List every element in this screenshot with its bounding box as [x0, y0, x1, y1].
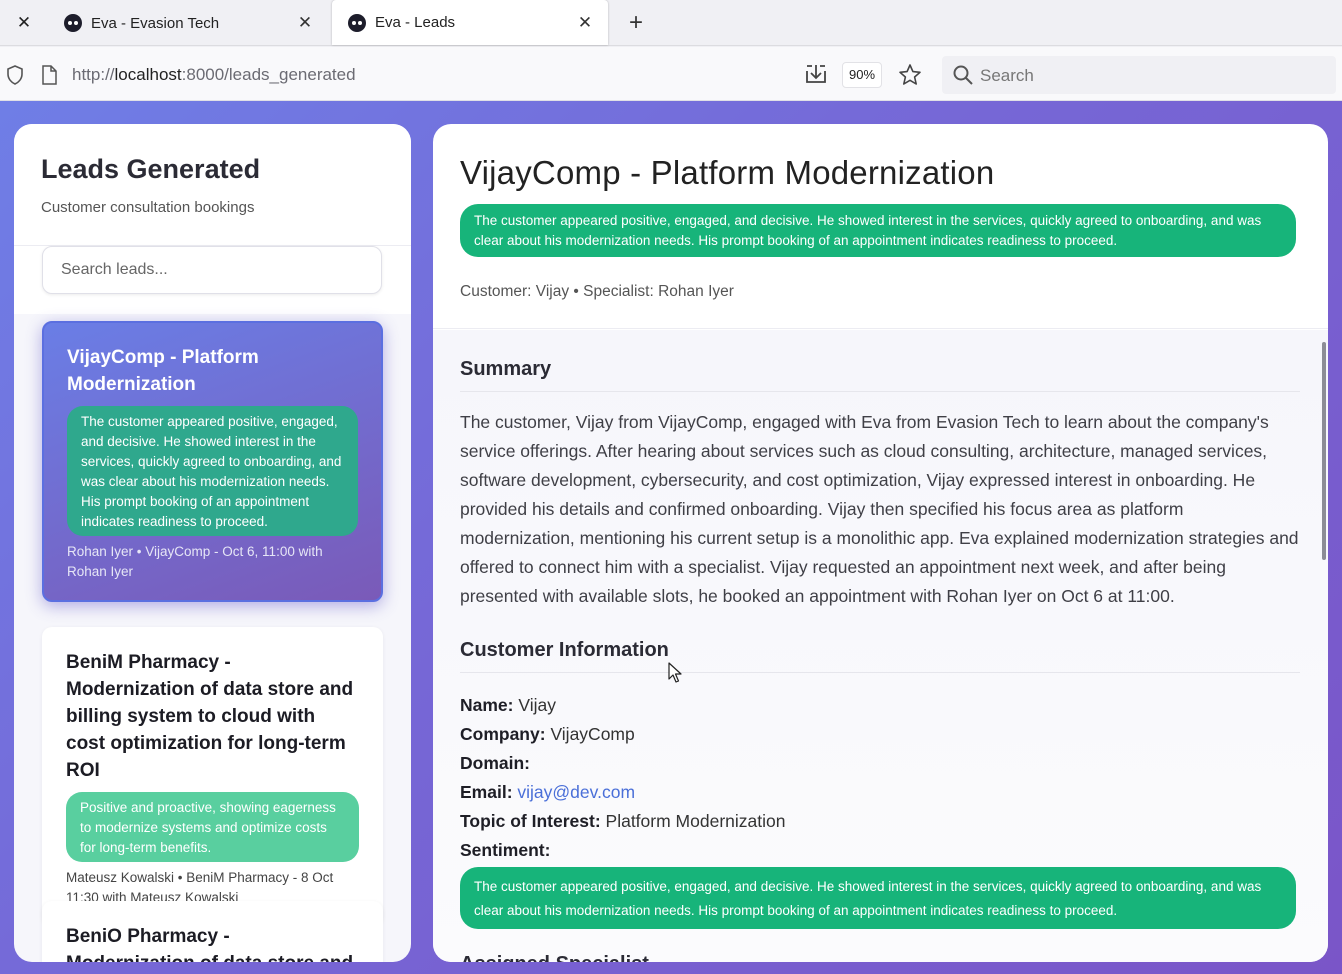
tab-leads[interactable]: Eva - Leads ✕	[332, 0, 608, 45]
lead-card-benio-pharmacy[interactable]: BeniO Pharmacy - Modernization of data s…	[42, 901, 383, 962]
bookmark-star-icon[interactable]	[898, 63, 922, 87]
tab-evasion-tech[interactable]: Eva - Evasion Tech ✕	[48, 0, 328, 46]
lead-title: VijayComp - Platform Modernization	[67, 347, 259, 395]
close-window-icon[interactable]: ✕	[10, 10, 38, 36]
url-prefix: http://	[72, 65, 115, 84]
customer-info-heading: Customer Information	[460, 639, 1300, 673]
info-row-topic: Topic of Interest: Platform Modernizatio…	[460, 807, 1300, 836]
browser-search-box[interactable]: Search	[942, 56, 1336, 94]
info-label: Sentiment:	[460, 840, 551, 860]
sidebar-search-wrap	[14, 246, 411, 314]
lead-meta: Rohan Iyer • VijayComp - Oct 6, 11:00 wi…	[67, 544, 323, 579]
detail-sentiment-badge: The customer appeared positive, engaged,…	[460, 204, 1296, 257]
sidebar-header: Leads Generated Customer consultation bo…	[14, 124, 411, 246]
search-leads-input[interactable]	[42, 246, 382, 294]
detail-meta: Customer: Vijay • Specialist: Rohan Iyer	[460, 283, 734, 300]
info-value: Platform Modernization	[605, 811, 786, 831]
lead-title: BeniO Pharmacy - Modernization of data s…	[66, 926, 353, 962]
info-label: Name:	[460, 695, 514, 715]
info-row-sentiment: Sentiment:	[460, 836, 1300, 865]
app-viewport: Leads Generated Customer consultation bo…	[0, 101, 1342, 974]
leads-sidebar: Leads Generated Customer consultation bo…	[14, 124, 411, 962]
summary-heading: Summary	[460, 358, 1300, 392]
mouse-cursor-icon	[668, 662, 682, 683]
info-label: Domain:	[460, 753, 530, 773]
download-icon[interactable]	[804, 63, 828, 85]
info-value: Vijay	[518, 695, 556, 715]
info-row-company: Company: VijayComp	[460, 720, 1300, 749]
info-label: Topic of Interest:	[460, 811, 601, 831]
lead-detail-panel: VijayComp - Platform Modernization The c…	[433, 124, 1328, 962]
zoom-level-badge[interactable]: 90%	[842, 62, 883, 88]
new-tab-plus-icon[interactable]: +	[622, 9, 650, 37]
search-icon	[953, 65, 973, 85]
eva-favicon-icon	[348, 13, 366, 32]
detail-body: Summary The customer, Vijay from VijayCo…	[433, 330, 1328, 962]
email-link[interactable]: vijay@dev.com	[517, 782, 635, 802]
lead-sentiment-badge: Positive and proactive, showing eagernes…	[66, 792, 359, 862]
detail-title: VijayComp - Platform Modernization	[460, 154, 995, 191]
lead-card-vijaycomp[interactable]: VijayComp - Platform Modernization The c…	[42, 321, 383, 602]
browser-nav-bar: http://localhost:8000/leads_generated 90…	[0, 47, 1342, 101]
shield-icon[interactable]	[6, 65, 24, 85]
url-field[interactable]: http://localhost:8000/leads_generated	[72, 65, 356, 85]
info-sentiment-badge: The customer appeared positive, engaged,…	[460, 867, 1296, 929]
sidebar-subtitle: Customer consultation bookings	[41, 199, 255, 216]
info-row-name: Name: Vijay	[460, 691, 1300, 720]
url-host: localhost	[114, 65, 182, 84]
tab-label: Eva - Evasion Tech	[91, 14, 220, 32]
customer-info-list: Name: Vijay Company: VijayComp Domain: E…	[460, 691, 1300, 865]
info-value: VijayComp	[550, 724, 635, 744]
url-path: :8000/leads_generated	[181, 65, 356, 84]
search-placeholder: Search	[980, 66, 1034, 85]
lead-sentiment-badge: The customer appeared positive, engaged,…	[67, 406, 358, 536]
sidebar-title: Leads Generated	[41, 154, 261, 184]
eva-favicon-icon	[64, 14, 82, 32]
detail-header: VijayComp - Platform Modernization The c…	[433, 124, 1328, 329]
browser-tab-strip: ✕ Eva - Evasion Tech ✕ Eva - Leads ✕ +	[0, 0, 1342, 46]
close-tab-icon[interactable]: ✕	[294, 13, 316, 33]
lead-card-benim-pharmacy[interactable]: BeniM Pharmacy - Modernization of data s…	[42, 627, 383, 926]
page-icon[interactable]	[40, 65, 58, 85]
info-label: Email:	[460, 782, 513, 802]
info-label: Company:	[460, 724, 546, 744]
info-row-domain: Domain:	[460, 749, 1300, 778]
summary-text: The customer, Vijay from VijayComp, enga…	[460, 412, 1299, 606]
assigned-specialist-heading: Assigned Specialist	[460, 953, 1300, 962]
close-tab-icon[interactable]: ✕	[574, 13, 596, 33]
tab-label: Eva - Leads	[375, 14, 456, 31]
info-row-email: Email: vijay@dev.com	[460, 778, 1300, 807]
lead-title: BeniM Pharmacy - Modernization of data s…	[66, 652, 354, 781]
detail-scrollbar[interactable]	[1322, 342, 1326, 560]
